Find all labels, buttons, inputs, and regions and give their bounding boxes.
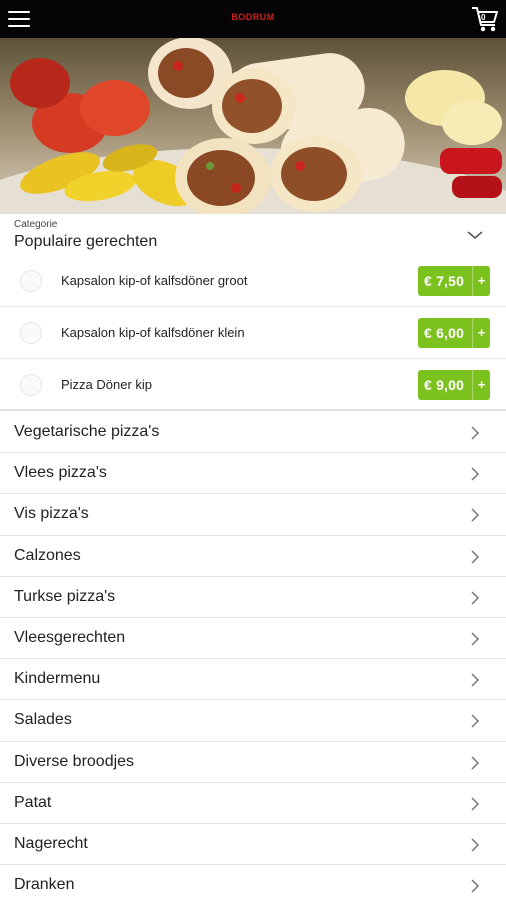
- category-item-turkse-pizzas[interactable]: Turkse pizza's: [0, 576, 506, 618]
- category-item-label: Diverse broodjes: [14, 752, 135, 770]
- category-item-label: Vlees pizza's: [14, 464, 107, 482]
- category-item-diverse-broodjes[interactable]: Diverse broodjes: [0, 741, 506, 783]
- category-item-kindermenu[interactable]: Kindermenu: [0, 659, 506, 701]
- cart-add-icon[interactable]: [20, 270, 42, 292]
- category-item-vleesgerechten[interactable]: Vleesgerechten: [0, 617, 506, 660]
- product-price: € 6,00: [424, 325, 465, 341]
- add-to-cart-button[interactable]: € 9,00 +: [418, 370, 490, 400]
- top-bar: BODRUM 0: [0, 0, 506, 38]
- product-name: Pizza Döner kip: [61, 377, 153, 392]
- chevron-down-icon[interactable]: [466, 229, 484, 241]
- product-name: Kapsalon kip-of kalfsdöner klein: [61, 325, 245, 340]
- chevron-right-icon: [471, 467, 480, 481]
- category-item-label: Turkse pizza's: [14, 587, 116, 605]
- hero-food-image: [0, 38, 506, 214]
- category-item-calzones[interactable]: Calzones: [0, 535, 506, 577]
- category-item-label: Kindermenu: [14, 670, 101, 688]
- chevron-right-icon: [471, 879, 480, 893]
- cart-count-badge: 0: [481, 13, 486, 22]
- chevron-right-icon: [471, 591, 480, 605]
- add-to-cart-button[interactable]: € 6,00 +: [418, 318, 490, 348]
- plus-icon: +: [472, 318, 490, 348]
- category-title: Populaire gerechten: [14, 233, 158, 250]
- product-row[interactable]: Pizza Döner kip € 9,00 +: [0, 359, 506, 411]
- category-item-vegetarische-pizzas[interactable]: Vegetarische pizza's: [0, 412, 506, 454]
- chevron-right-icon: [471, 838, 480, 852]
- category-item-label: Vleesgerechten: [14, 628, 126, 646]
- chevron-right-icon: [471, 426, 480, 440]
- product-price: € 7,50: [424, 273, 465, 289]
- category-item-vis-pizzas[interactable]: Vis pizza's: [0, 494, 506, 536]
- chevron-right-icon: [471, 508, 480, 522]
- product-price: € 9,00: [424, 377, 465, 393]
- add-to-cart-button[interactable]: € 7,50 +: [418, 266, 490, 296]
- category-item-patat[interactable]: Patat: [0, 782, 506, 824]
- product-name: Kapsalon kip-of kalfsdöner groot: [61, 273, 248, 288]
- category-item-salades[interactable]: Salades: [0, 700, 506, 742]
- chevron-right-icon: [471, 755, 480, 770]
- category-item-dranken[interactable]: Dranken: [0, 865, 506, 900]
- category-item-nagerecht[interactable]: Nagerecht: [0, 823, 506, 866]
- brand-logo[interactable]: BODRUM: [0, 12, 506, 22]
- plus-icon: +: [472, 370, 490, 400]
- popular-products-list: Kapsalon kip-of kalfsdöner groot € 7,50 …: [0, 255, 506, 411]
- product-row[interactable]: Kapsalon kip-of kalfsdöner groot € 7,50 …: [0, 255, 506, 307]
- chevron-right-icon: [471, 632, 480, 646]
- category-item-label: Patat: [14, 793, 52, 811]
- category-item-vlees-pizzas[interactable]: Vlees pizza's: [0, 453, 506, 495]
- category-label: Categorie: [14, 219, 58, 230]
- category-item-label: Vegetarische pizza's: [14, 423, 160, 440]
- cart-add-icon[interactable]: [20, 374, 42, 396]
- product-row[interactable]: Kapsalon kip-of kalfsdöner klein € 6,00 …: [0, 307, 506, 359]
- category-item-label: Salades: [14, 711, 72, 729]
- chevron-right-icon: [471, 550, 480, 564]
- category-list: Vegetarische pizza's Vlees pizza's Vis p…: [0, 412, 506, 900]
- cart-add-icon[interactable]: [20, 322, 42, 344]
- chevron-right-icon: [471, 673, 480, 687]
- category-item-label: Calzones: [14, 546, 81, 564]
- category-item-label: Dranken: [14, 876, 75, 894]
- plus-icon: +: [472, 266, 490, 296]
- category-item-label: Nagerecht: [14, 834, 88, 852]
- chevron-right-icon: [471, 797, 480, 811]
- category-item-label: Vis pizza's: [14, 505, 89, 523]
- shopping-cart-icon[interactable]: 0: [470, 4, 500, 34]
- chevron-right-icon: [471, 714, 480, 728]
